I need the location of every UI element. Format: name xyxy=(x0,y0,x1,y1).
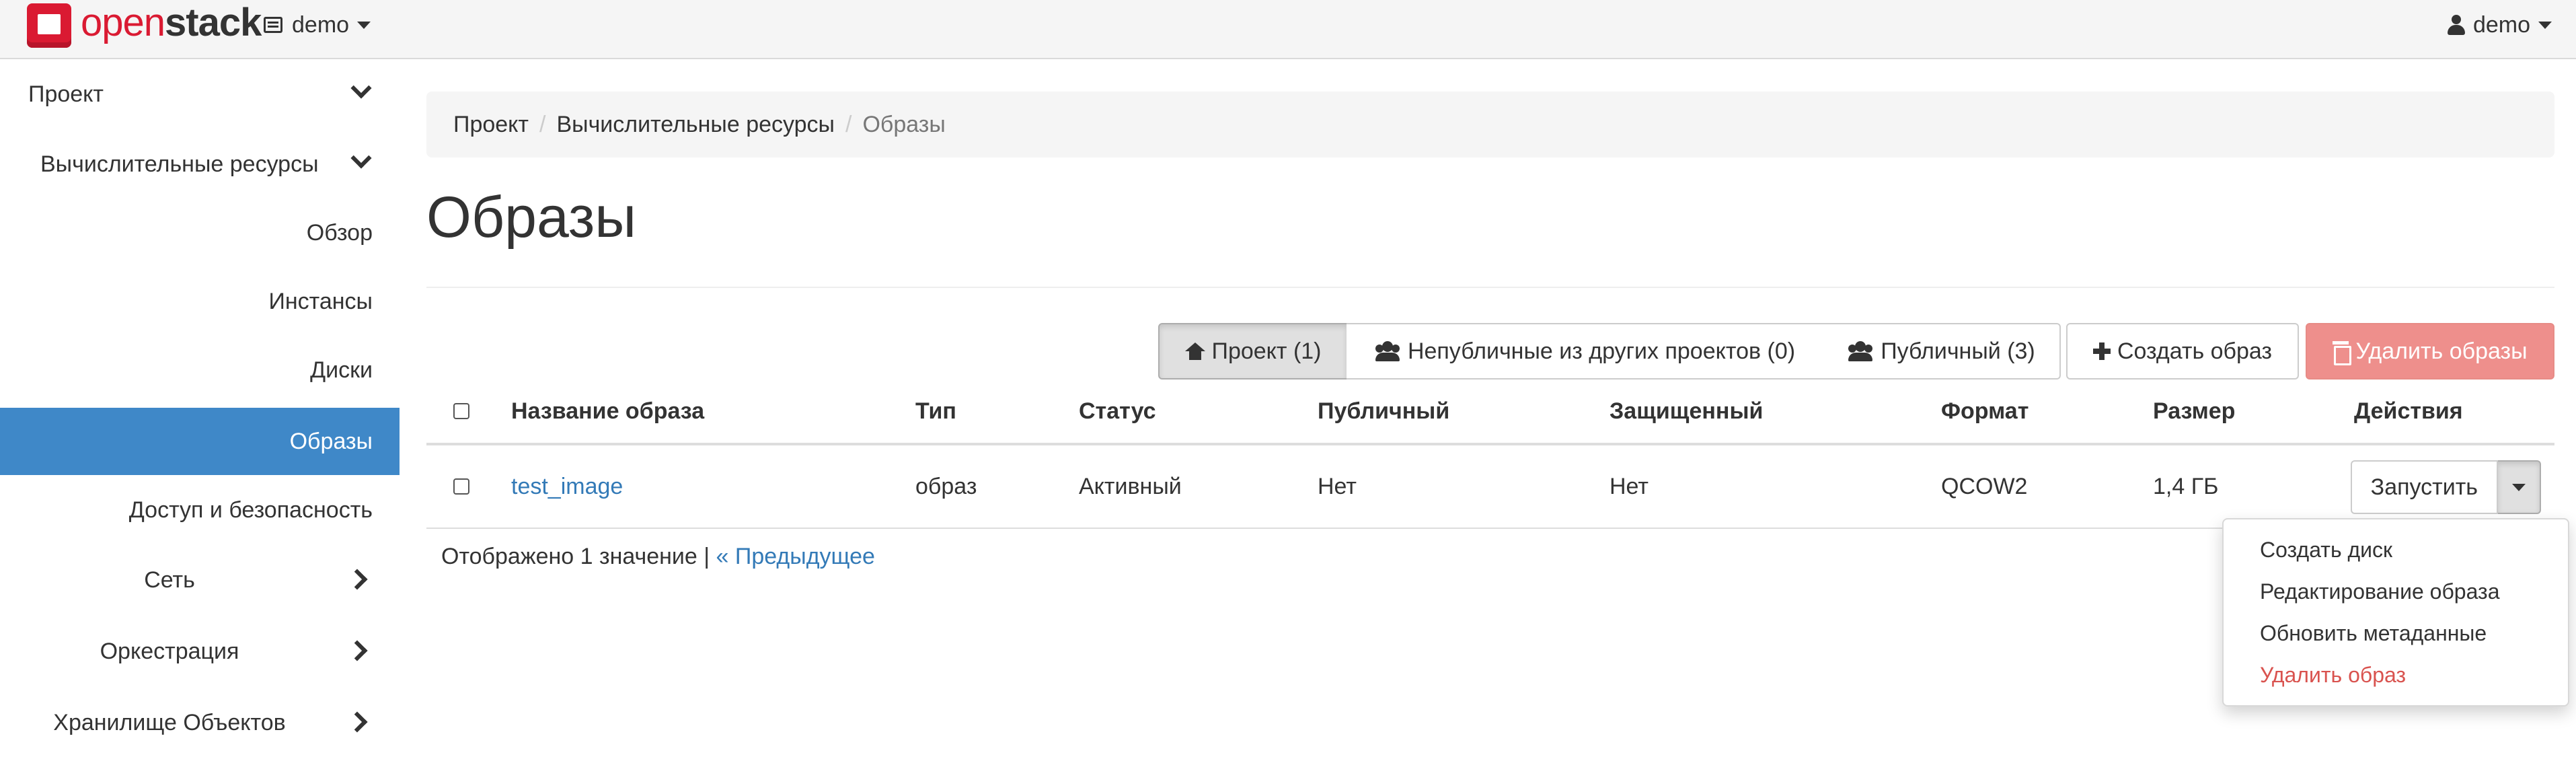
caret-down-icon xyxy=(2512,483,2526,491)
breadcrumb: Проект / Вычислительные ресурсы / Образы xyxy=(426,92,2554,157)
menu-item-create-volume[interactable]: Создать диск xyxy=(2224,529,2568,571)
filter-public-button[interactable]: Публичный (3) xyxy=(1823,323,2061,380)
filter-project-button[interactable]: Проект (1) xyxy=(1158,323,1348,380)
sidebar-item-overview[interactable]: Обзор xyxy=(0,199,400,266)
chevron-down-icon xyxy=(350,77,372,99)
row-actions-toggle[interactable] xyxy=(2498,460,2541,514)
delete-images-button[interactable]: Удалить образы xyxy=(2306,323,2554,380)
sidebar-item-network[interactable]: Сеть xyxy=(0,546,400,614)
create-image-button[interactable]: Создать образ xyxy=(2066,323,2299,380)
select-all-checkbox[interactable] xyxy=(453,403,469,419)
breadcrumb-separator: / xyxy=(539,111,546,137)
top-navbar: openstack demo demo xyxy=(0,0,2576,59)
caret-down-icon xyxy=(2538,21,2552,29)
logo-text-stack: stack xyxy=(165,1,262,44)
breadcrumb-separator: / xyxy=(845,111,852,137)
caret-down-icon xyxy=(357,21,371,29)
sidebar-item-label: Оркестрация xyxy=(100,638,239,664)
column-header-size[interactable]: Размер xyxy=(2153,380,2235,443)
column-header-name[interactable]: Название образа xyxy=(511,380,704,443)
table-footer: Отображено 1 значение | « Предыдущее xyxy=(441,544,875,570)
sidebar-item-label: Вычислительные ресурсы xyxy=(40,151,319,177)
sidebar-item-label: Доступ и безопасность xyxy=(128,497,373,523)
home-icon xyxy=(1184,342,1205,360)
column-header-type[interactable]: Тип xyxy=(915,380,956,443)
menu-item-update-metadata[interactable]: Обновить метаданные xyxy=(2224,612,2568,654)
chevron-right-icon xyxy=(346,640,368,661)
image-format: QCOW2 xyxy=(1941,473,2028,499)
sidebar-item-instances[interactable]: Инстансы xyxy=(0,268,400,335)
plus-icon xyxy=(2092,342,2111,360)
filter-shared-button[interactable]: Непубличные из других проектов (0) xyxy=(1347,323,1824,380)
filter-shared-label: Непубличные из других проектов (0) xyxy=(1407,338,1796,364)
image-protected: Нет xyxy=(1609,473,1649,499)
column-header-public[interactable]: Публичный xyxy=(1318,380,1449,443)
column-header-actions: Действия xyxy=(2354,398,2463,424)
user-icon xyxy=(2447,15,2465,35)
sidebar-item-label: Инстансы xyxy=(268,288,373,314)
column-header-status[interactable]: Статус xyxy=(1079,380,1156,443)
row-checkbox[interactable] xyxy=(453,478,469,495)
chevron-right-icon xyxy=(346,711,368,733)
breadcrumb-compute[interactable]: Вычислительные ресурсы xyxy=(556,112,835,138)
breadcrumb-project[interactable]: Проект xyxy=(453,112,529,138)
delete-images-label: Удалить образы xyxy=(2355,338,2528,364)
column-header-format[interactable]: Формат xyxy=(1941,380,2029,443)
project-selector[interactable]: demo xyxy=(264,9,371,40)
table-header: Название образа Тип Статус Публичный Защ… xyxy=(426,380,2554,445)
image-name-link[interactable]: test_image xyxy=(511,445,623,528)
menu-item-edit-image[interactable]: Редактирование образа xyxy=(2224,571,2568,612)
row-actions: Запустить xyxy=(2350,460,2541,514)
sidebar-item-label: Образы xyxy=(289,428,373,454)
sidebar-item-orchestration[interactable]: Оркестрация xyxy=(0,618,400,685)
breadcrumb-current: Образы xyxy=(862,111,946,137)
image-size: 1,4 ГБ xyxy=(2153,473,2219,499)
title-divider xyxy=(426,287,2554,288)
filter-public-label: Публичный (3) xyxy=(1881,338,2035,364)
sidebar-item-object-store[interactable]: Хранилище Объектов xyxy=(0,689,400,756)
filter-project-label: Проект (1) xyxy=(1211,338,1322,364)
project-selector-label: demo xyxy=(292,11,350,38)
menu-item-delete-image[interactable]: Удалить образ xyxy=(2224,654,2568,696)
sidebar-item-label: Обзор xyxy=(306,219,373,246)
sidebar: Проект Вычислительные ресурсы Обзор Инст… xyxy=(0,61,400,759)
item-count: Отображено 1 значение | xyxy=(441,544,710,569)
row-actions-menu: Создать диск Редактирование образа Обнов… xyxy=(2222,518,2569,707)
user-menu-label: demo xyxy=(2472,11,2530,38)
image-status: Активный xyxy=(1079,473,1182,499)
trash-icon xyxy=(2333,341,2352,365)
chevron-right-icon xyxy=(346,569,368,590)
sidebar-item-label: Диски xyxy=(310,357,373,383)
table-row: test_image образ Активный Нет Нет QCOW2 … xyxy=(426,445,2554,529)
user-menu[interactable]: demo xyxy=(2447,9,2552,40)
sidebar-item-access-security[interactable]: Доступ и безопасность xyxy=(0,476,400,544)
image-public: Нет xyxy=(1318,473,1357,499)
sidebar-item-label: Проект xyxy=(28,81,104,107)
sidebar-item-volumes[interactable]: Диски xyxy=(0,336,400,404)
page-title: Образы xyxy=(426,185,637,250)
prev-page-link[interactable]: « Предыдущее xyxy=(716,544,875,569)
sidebar-item-images[interactable]: Образы xyxy=(0,408,400,475)
chevron-down-icon xyxy=(350,147,372,169)
launch-button[interactable]: Запустить xyxy=(2350,460,2498,514)
logo-text-open: open xyxy=(81,1,165,44)
list-icon xyxy=(264,17,282,33)
sidebar-item-label: Сеть xyxy=(144,567,195,593)
users-icon xyxy=(1374,341,1401,361)
sidebar-item-compute[interactable]: Вычислительные ресурсы xyxy=(0,131,400,198)
openstack-logo[interactable]: openstack xyxy=(27,0,262,51)
sidebar-item-label: Хранилище Объектов xyxy=(53,709,286,735)
users-icon xyxy=(1847,341,1874,361)
openstack-logo-icon xyxy=(27,3,71,48)
sidebar-item-project[interactable]: Проект xyxy=(0,61,400,128)
column-header-protected[interactable]: Защищенный xyxy=(1609,380,1763,443)
create-image-label: Создать образ xyxy=(2117,338,2273,364)
image-type: образ xyxy=(915,473,977,499)
